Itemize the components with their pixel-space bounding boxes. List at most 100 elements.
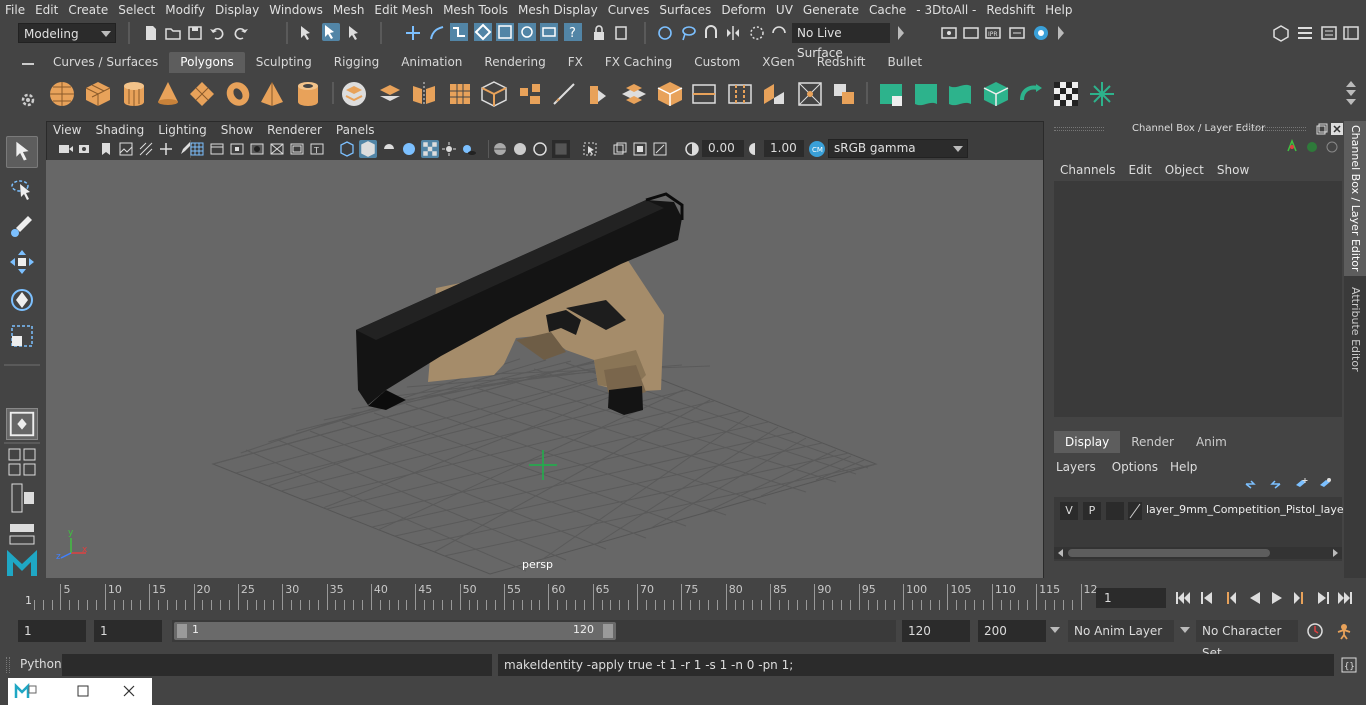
exposure-field[interactable]: 0.00 — [702, 140, 744, 157]
shelf-tab-bullet[interactable]: Bullet — [876, 52, 933, 73]
channel-box-menu-object[interactable]: Object — [1161, 163, 1213, 177]
animation-end-field[interactable]: 200 — [978, 620, 1046, 642]
shelf-tab-fx[interactable]: FX — [557, 52, 594, 73]
reflection-icon[interactable] — [770, 24, 788, 42]
image-plane-icon[interactable] — [118, 141, 134, 157]
float-panel-icon[interactable] — [1316, 123, 1328, 135]
menu-modify[interactable]: Modify — [160, 0, 210, 20]
expand-arrow-icon[interactable] — [1058, 26, 1064, 40]
menu-mesh[interactable]: Mesh — [328, 0, 370, 20]
poly-sphere-icon[interactable] — [48, 80, 76, 108]
select-camera-icon[interactable] — [58, 141, 74, 157]
color-space-dropdown[interactable]: sRGB gamma — [828, 139, 968, 158]
combine-icon[interactable] — [340, 80, 368, 108]
layer-tab-render[interactable]: Render — [1120, 431, 1185, 453]
new-layer-icon[interactable] — [1294, 477, 1308, 491]
render-frame-icon[interactable] — [940, 24, 958, 42]
select-by-component-icon[interactable] — [346, 24, 364, 42]
range-slider-handle[interactable]: 1 120 — [174, 622, 616, 640]
field-chart-icon[interactable] — [269, 141, 285, 157]
range-slider-track[interactable]: 1 120 — [172, 620, 896, 642]
shelf-tab-redshift[interactable]: Redshift — [806, 52, 877, 73]
mirror-icon[interactable] — [410, 80, 438, 108]
menu-display[interactable]: Display — [210, 0, 264, 20]
help-snap-icon[interactable]: ? — [564, 23, 582, 41]
maximize-icon[interactable] — [76, 684, 90, 698]
multi-cut-icon[interactable] — [550, 80, 578, 108]
render-sequence-icon[interactable] — [962, 24, 980, 42]
snap-vertex-icon[interactable] — [518, 23, 536, 41]
ipr-render-icon[interactable]: IPR — [984, 24, 1002, 42]
cmd-input[interactable] — [62, 654, 492, 676]
viewport-menu-renderer[interactable]: Renderer — [260, 121, 329, 139]
step-forward-key-icon[interactable] — [1290, 590, 1308, 606]
hypershade-icon[interactable] — [1032, 24, 1050, 42]
viewport-menu-show[interactable]: Show — [214, 121, 260, 139]
insert-edge-loop-icon[interactable] — [690, 80, 718, 108]
textured-icon[interactable] — [401, 141, 417, 157]
layer-menu-help[interactable]: Help — [1164, 460, 1203, 474]
viewport-menu-view[interactable]: View — [46, 121, 88, 139]
rotate-tool-icon[interactable] — [6, 284, 38, 316]
layer-color-swatch[interactable] — [1128, 502, 1142, 520]
multisample-aa-icon[interactable] — [532, 141, 548, 157]
uv-spherical-icon[interactable] — [946, 80, 974, 108]
live-surface-field[interactable]: No Live Surface — [792, 23, 890, 60]
speed-icon[interactable] — [1306, 141, 1318, 153]
menu-create[interactable]: Create — [63, 0, 113, 20]
layer-display-type-toggle[interactable] — [1106, 502, 1124, 520]
snap-view-icon[interactable] — [474, 23, 492, 41]
menu-file[interactable]: File — [0, 0, 30, 20]
playback-end-field[interactable]: 120 — [902, 620, 970, 642]
attribute-editor-toggle-icon[interactable] — [1296, 24, 1314, 42]
separate-icon[interactable] — [376, 80, 404, 108]
poly-pyramid-icon[interactable] — [258, 80, 286, 108]
menu-3dtoall[interactable]: - 3DtoAll - — [911, 0, 981, 20]
offset-edge-loop-icon[interactable] — [726, 80, 754, 108]
character-set-dropdown[interactable]: No Character Set — [1196, 620, 1298, 660]
new-layer-selected-icon[interactable] — [1318, 477, 1332, 491]
close-panel-icon[interactable] — [1331, 123, 1343, 135]
layer-menu-layers[interactable]: Layers — [1054, 460, 1106, 474]
step-back-icon[interactable] — [1198, 590, 1216, 606]
camera-pivot-icon[interactable] — [158, 141, 174, 157]
viewport-menu-shading[interactable]: Shading — [88, 121, 151, 139]
layer-tab-anim[interactable]: Anim — [1185, 431, 1238, 453]
layer-playback-toggle[interactable]: P — [1083, 502, 1101, 520]
range-handle-right[interactable] — [603, 624, 613, 638]
layer-menu-options[interactable]: Options — [1106, 460, 1164, 474]
anim-layer-dropdown[interactable]: No Anim Layer — [1068, 620, 1174, 642]
undo-icon[interactable] — [208, 24, 226, 42]
shelf-tab-fx-caching[interactable]: FX Caching — [594, 52, 683, 73]
shelf-tab-rendering[interactable]: Rendering — [473, 52, 556, 73]
shelf-tab-rigging[interactable]: Rigging — [323, 52, 390, 73]
range-handle-left[interactable] — [177, 624, 187, 638]
uv-planar-icon[interactable] — [878, 80, 906, 108]
modeling-toolkit-icon[interactable] — [1272, 24, 1290, 42]
select-by-object-icon[interactable] — [322, 23, 340, 41]
snap-curve-icon[interactable] — [428, 24, 446, 42]
menu-mesh-tools[interactable]: Mesh Tools — [438, 0, 513, 20]
gamma-icon[interactable] — [747, 141, 763, 157]
xray-joints-icon[interactable] — [421, 140, 439, 158]
xray-active-icon[interactable] — [632, 141, 648, 157]
select-by-hierarchy-icon[interactable] — [298, 24, 316, 42]
scale-tool-icon[interactable] — [6, 320, 38, 352]
side-tab-attribute-editor[interactable]: Attribute Editor — [1344, 279, 1366, 379]
3d-viewport[interactable]: x y z persp — [46, 160, 1043, 578]
menu-generate[interactable]: Generate — [798, 0, 864, 20]
channel-box-toggle-icon[interactable] — [1342, 24, 1360, 42]
menu-deform[interactable]: Deform — [716, 0, 771, 20]
poly-plane-icon[interactable] — [188, 80, 216, 108]
viewport-menu-panels[interactable]: Panels — [329, 121, 382, 139]
script-editor-icon[interactable]: {} — [1340, 656, 1358, 674]
film-gate-icon[interactable] — [209, 141, 225, 157]
menu-edit-mesh[interactable]: Edit Mesh — [369, 0, 438, 20]
construction-history-icon[interactable] — [656, 24, 674, 42]
gate-mask-icon[interactable] — [249, 141, 265, 157]
shelf-tab-animation[interactable]: Animation — [390, 52, 473, 73]
play-backwards-icon[interactable] — [1246, 590, 1264, 606]
lock-icon[interactable] — [590, 24, 608, 42]
safe-title-icon[interactable]: T — [309, 141, 325, 157]
cmd-language-label[interactable]: Python — [20, 657, 62, 671]
